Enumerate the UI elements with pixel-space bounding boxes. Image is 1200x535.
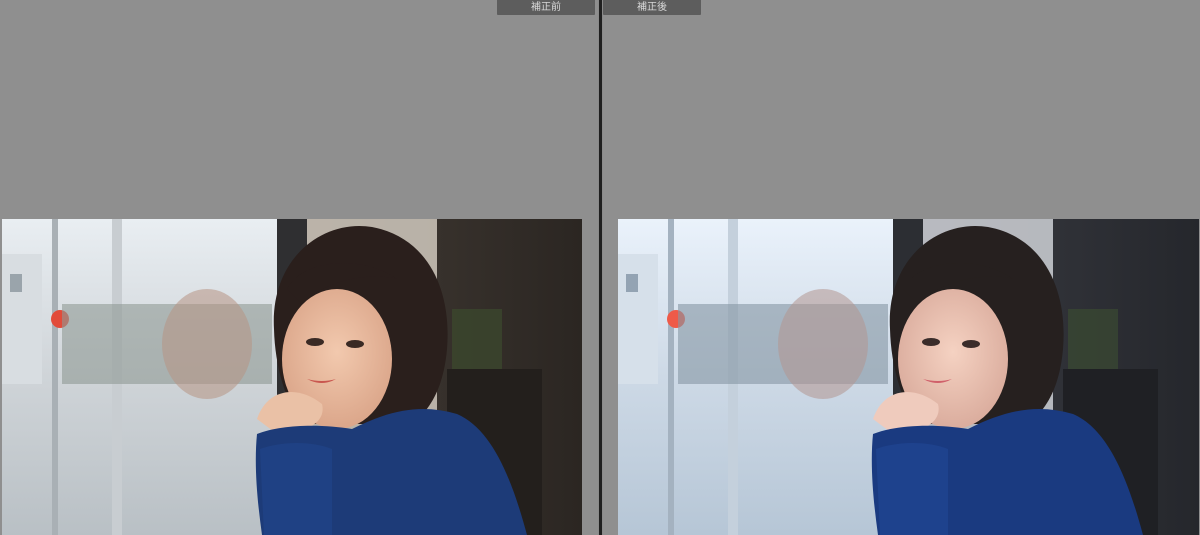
after-photo-image — [618, 219, 1199, 535]
after-photo — [618, 219, 1199, 535]
after-label: 補正後 — [603, 0, 701, 15]
before-photo — [2, 219, 582, 535]
after-panel: 補正後 — [603, 0, 1200, 535]
before-photo-image — [2, 219, 582, 535]
before-panel: 補正前 — [0, 0, 598, 535]
before-label: 補正前 — [497, 0, 595, 15]
